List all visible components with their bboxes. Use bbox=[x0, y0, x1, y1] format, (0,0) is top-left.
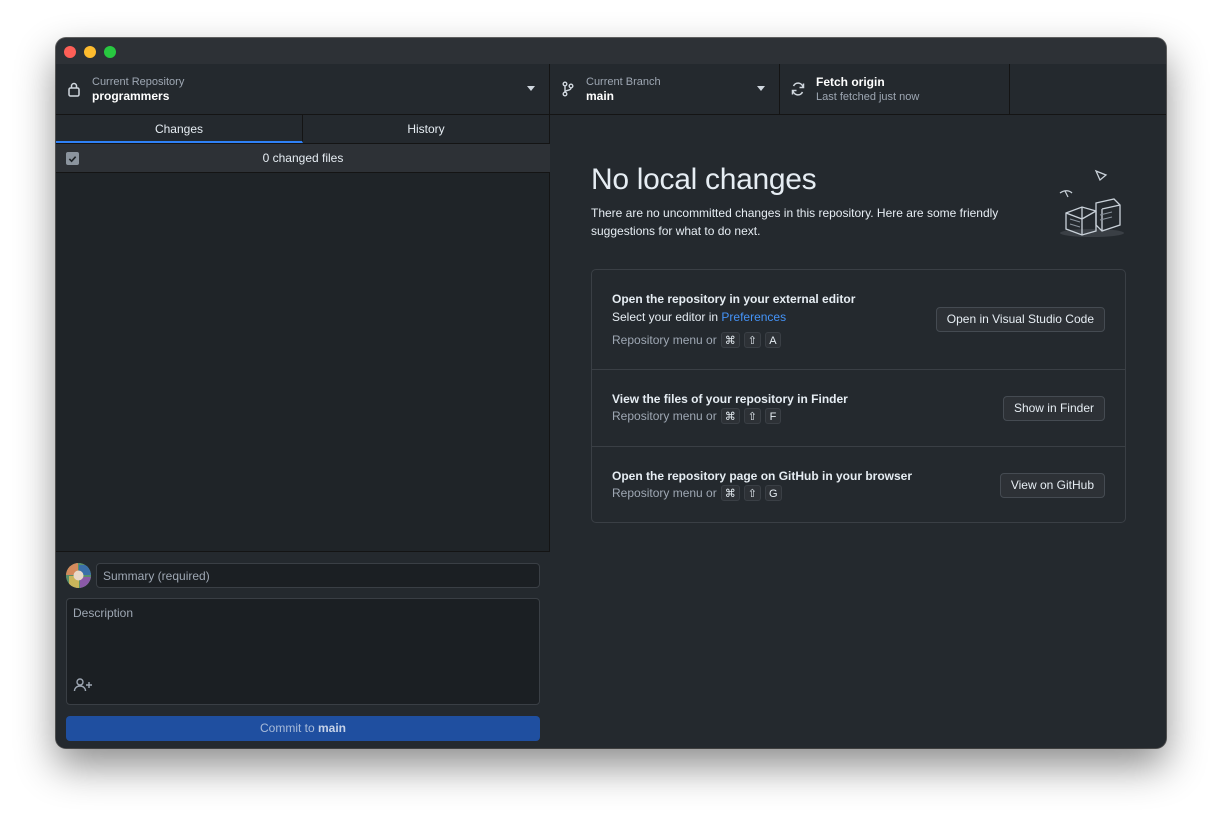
shortcut-hint-text: Repository menu or bbox=[612, 333, 717, 347]
commit-button[interactable]: Commit to main bbox=[66, 716, 540, 741]
suggestion-external-editor: Open the repository in your external edi… bbox=[592, 270, 1125, 370]
sidebar: Changes History 0 changed files Summary … bbox=[56, 115, 550, 748]
changed-files-count: 0 changed files bbox=[262, 151, 344, 165]
current-repository-button[interactable]: Current Repository programmers bbox=[56, 64, 550, 114]
zoom-window-button[interactable] bbox=[104, 46, 116, 58]
fetch-status: Last fetched just now bbox=[816, 90, 920, 103]
branch-icon bbox=[550, 81, 586, 97]
shortcut-key: ⇧ bbox=[743, 332, 761, 348]
suggestion-show-in-finder: View the files of your repository in Fin… bbox=[592, 370, 1125, 447]
repository-name: programmers bbox=[92, 88, 170, 103]
shortcut-key: F bbox=[764, 408, 781, 424]
commit-button-prefix: Commit to bbox=[259, 721, 318, 735]
shortcut-key: ⌘ bbox=[720, 332, 740, 348]
commit-button-branch: main bbox=[318, 721, 347, 735]
shortcut-hint: Repository menu or ⌘ ⇧ G bbox=[612, 485, 782, 501]
branch-name: main bbox=[586, 88, 615, 103]
fetch-label: Fetch origin bbox=[816, 74, 885, 89]
close-window-button[interactable] bbox=[64, 46, 76, 58]
shortcut-key: ⇧ bbox=[743, 485, 761, 501]
shortcut-key: A bbox=[764, 332, 781, 348]
sync-icon bbox=[780, 81, 816, 97]
app-window: Current Repository programmers Current B… bbox=[56, 38, 1166, 748]
suggestion-description: Select your editor in Preferences bbox=[612, 310, 786, 324]
shortcut-hint-text: Repository menu or bbox=[612, 409, 717, 423]
minimize-window-button[interactable] bbox=[84, 46, 96, 58]
suggestion-view-on-github: Open the repository page on GitHub in yo… bbox=[592, 447, 1125, 523]
suggestions-card: Open the repository in your external edi… bbox=[591, 269, 1126, 523]
shortcut-hint: Repository menu or ⌘ ⇧ F bbox=[612, 408, 781, 424]
repository-label: Current Repository bbox=[92, 75, 185, 88]
description-input[interactable]: Description bbox=[66, 598, 540, 705]
summary-input[interactable]: Summary (required) bbox=[96, 563, 540, 588]
changed-files-header: 0 changed files bbox=[56, 143, 550, 173]
fetch-origin-button[interactable]: Fetch origin Last fetched just now bbox=[780, 64, 1010, 114]
suggestion-title: Open the repository in your external edi… bbox=[612, 292, 856, 306]
main-panel: No local changes There are no uncommitte… bbox=[550, 115, 1166, 748]
title-bar bbox=[56, 38, 1166, 64]
commit-area: Summary (required) Description Commit to… bbox=[56, 551, 550, 748]
lock-icon bbox=[56, 81, 92, 97]
chevron-down-icon bbox=[757, 86, 765, 91]
chevron-down-icon bbox=[527, 86, 535, 91]
preferences-link[interactable]: Preferences bbox=[721, 310, 786, 324]
tab-history[interactable]: History bbox=[303, 115, 550, 143]
shortcut-key: ⌘ bbox=[720, 408, 740, 424]
suggestion-description-text: Select your editor in bbox=[612, 310, 722, 324]
shortcut-key: G bbox=[764, 485, 782, 501]
empty-state-illustration bbox=[1059, 169, 1124, 237]
show-in-finder-button[interactable]: Show in Finder bbox=[1002, 396, 1105, 421]
suggestion-title: Open the repository page on GitHub in yo… bbox=[612, 469, 913, 483]
current-branch-button[interactable]: Current Branch main bbox=[550, 64, 780, 114]
shortcut-key: ⌘ bbox=[720, 485, 740, 501]
page-subtitle: There are no uncommitted changes in this… bbox=[591, 206, 999, 238]
view-on-github-button[interactable]: View on GitHub bbox=[999, 473, 1105, 498]
avatar bbox=[66, 563, 91, 588]
branch-label: Current Branch bbox=[586, 75, 661, 88]
description-placeholder: Description bbox=[73, 606, 134, 620]
add-coauthor-icon[interactable] bbox=[73, 677, 93, 698]
shortcut-hint: Repository menu or ⌘ ⇧ A bbox=[612, 332, 781, 348]
tab-changes[interactable]: Changes bbox=[56, 115, 303, 143]
shortcut-hint-text: Repository menu or bbox=[612, 486, 717, 500]
open-in-editor-button[interactable]: Open in Visual Studio Code bbox=[935, 307, 1105, 332]
page-title: No local changes bbox=[591, 163, 817, 196]
shortcut-key: ⇧ bbox=[743, 408, 761, 424]
suggestion-title: View the files of your repository in Fin… bbox=[612, 392, 848, 406]
toolbar: Current Repository programmers Current B… bbox=[56, 64, 1166, 115]
sidebar-tabs: Changes History bbox=[56, 115, 550, 143]
